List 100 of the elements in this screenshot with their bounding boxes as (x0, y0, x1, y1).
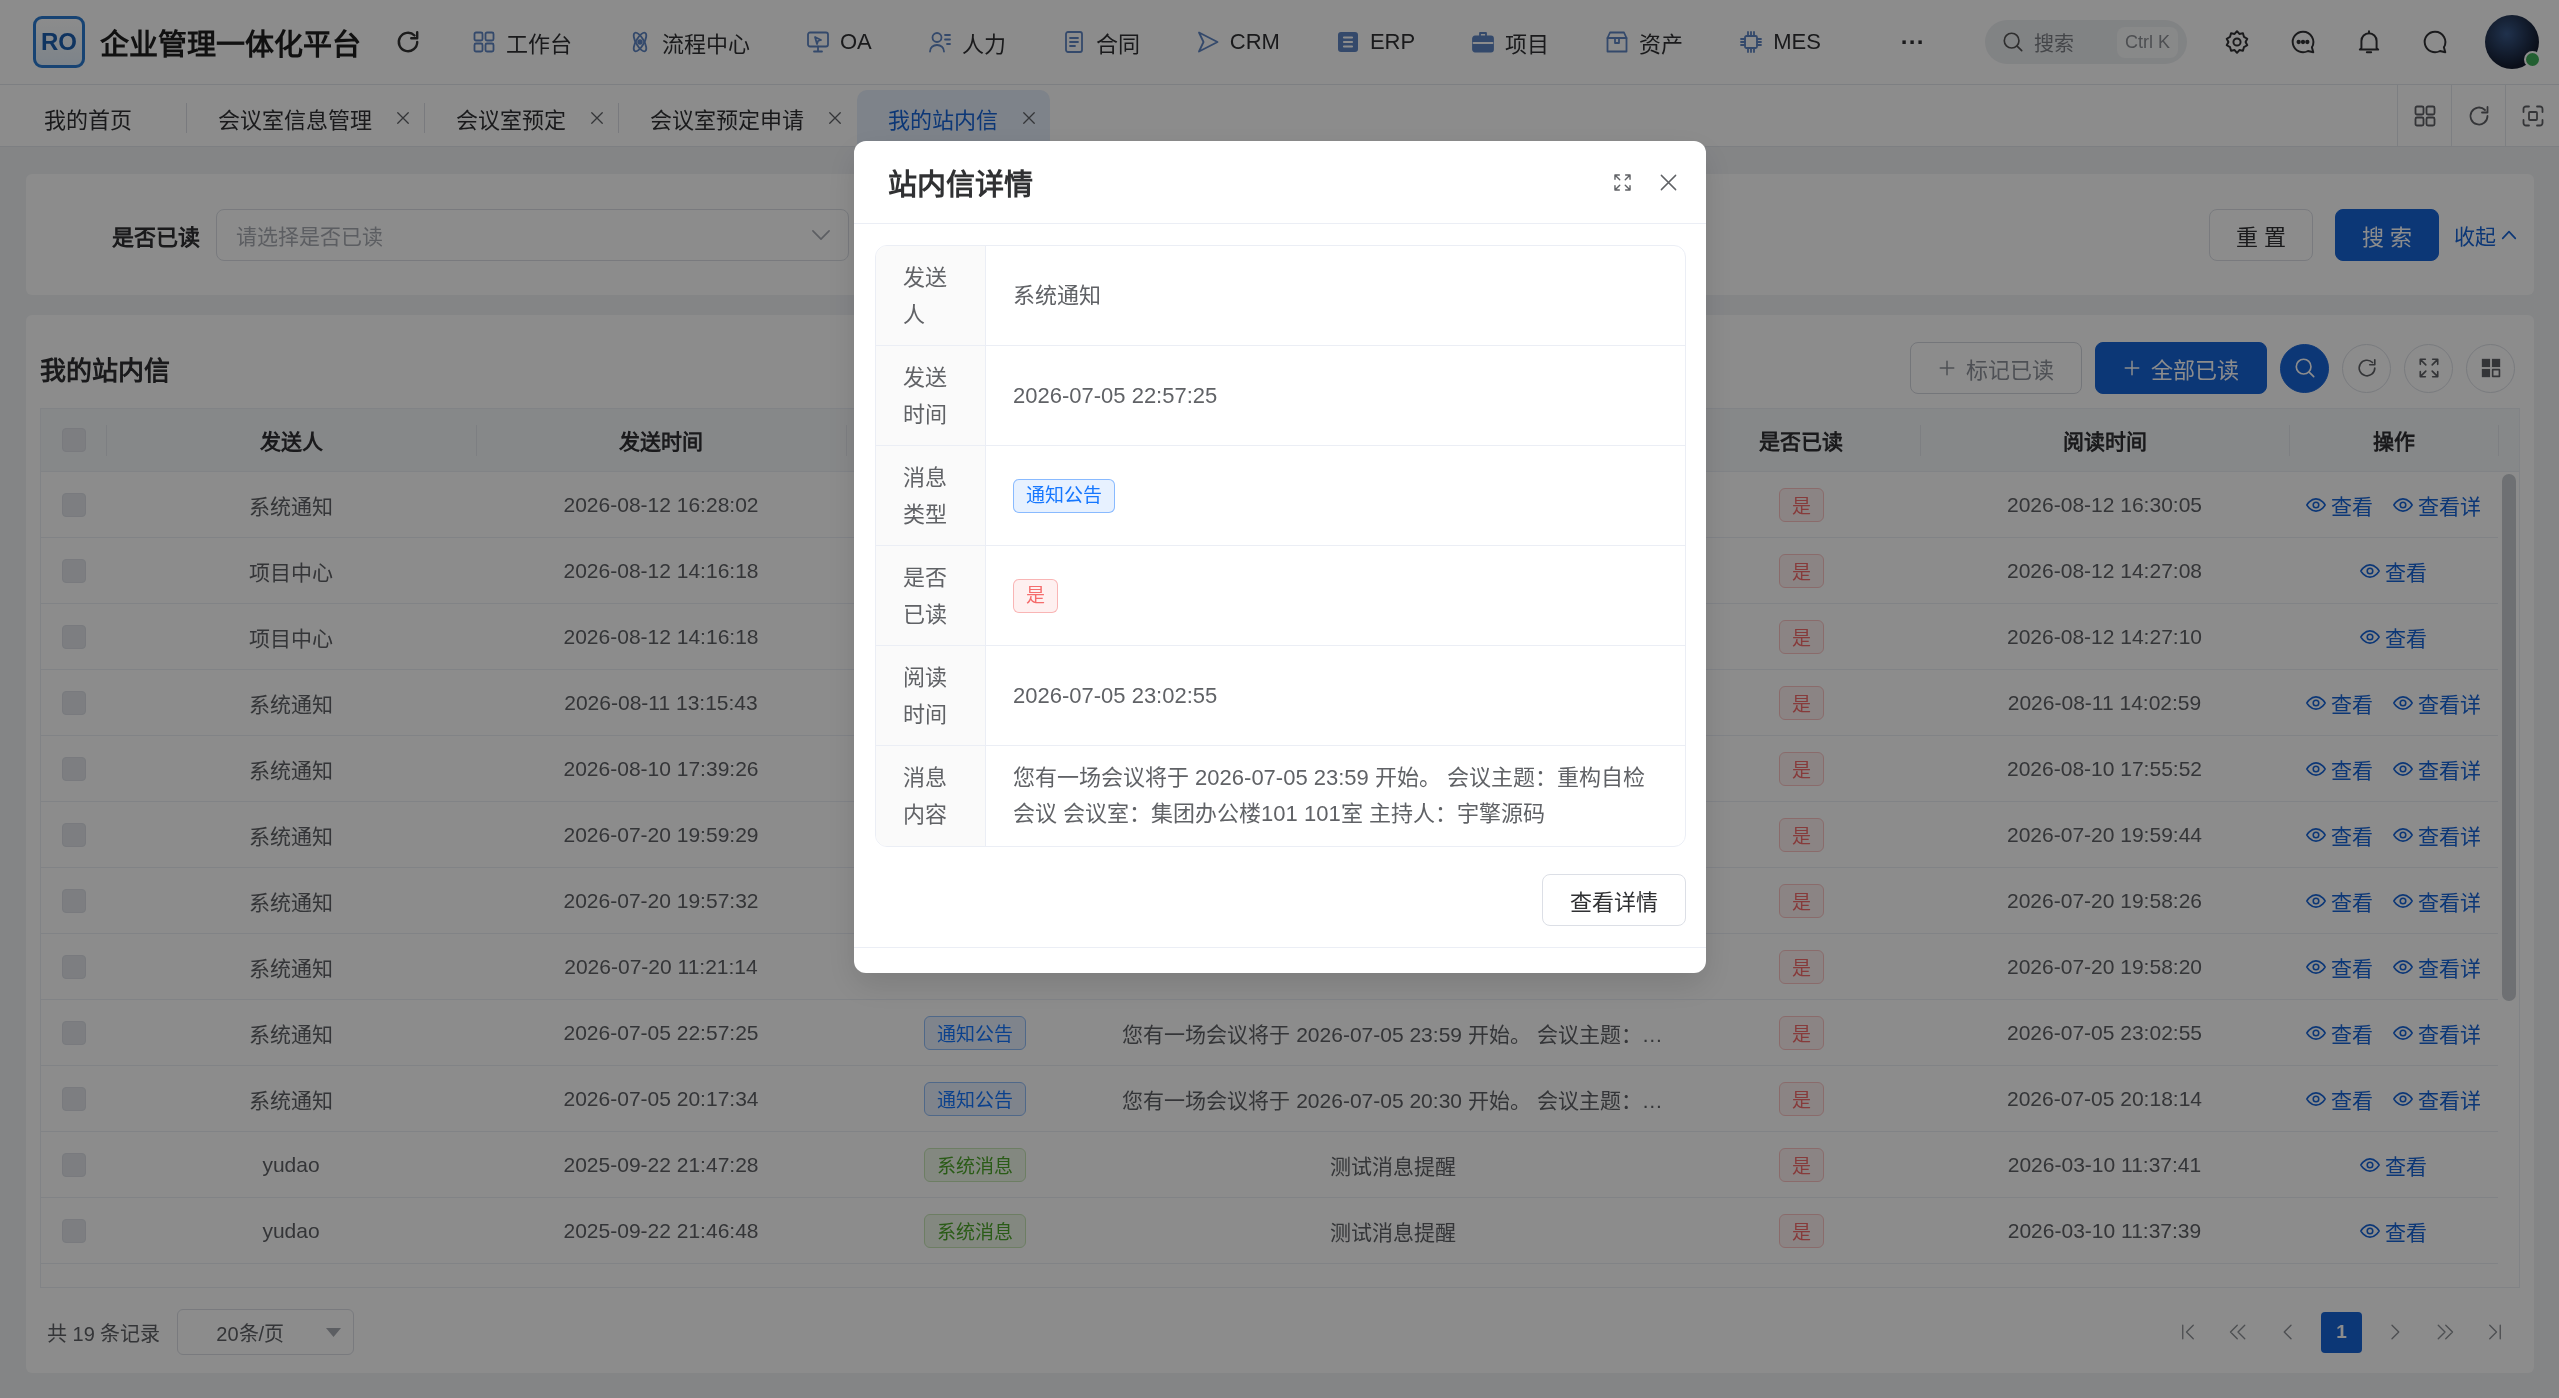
settings-icon[interactable] (2224, 29, 2250, 55)
eye-icon (2360, 563, 2380, 578)
nav-menu-item[interactable]: 资产 (1577, 14, 1712, 70)
page-button[interactable]: 1 (2321, 1311, 2362, 1353)
view-link[interactable]: 查看 (2306, 687, 2373, 718)
view-link[interactable]: 查看 (2360, 621, 2427, 652)
nav-menu-item[interactable]: 合同 (1033, 14, 1168, 70)
view-link[interactable]: 查看 (2360, 1149, 2427, 1180)
view-details-link[interactable]: 查看详 (2393, 753, 2481, 784)
eye-icon (2393, 695, 2413, 710)
dialog-title: 站内信详情 (888, 168, 1033, 203)
eye-icon (2306, 695, 2326, 710)
more-menu-button[interactable]: ··· (1882, 14, 1943, 70)
avatar[interactable] (2485, 15, 2539, 69)
view-details-button[interactable]: 查看详情 (1542, 874, 1686, 926)
chevron-up-icon (2502, 230, 2516, 239)
field-label: 阅读时间 (876, 646, 986, 745)
view-link[interactable]: 查看 (2306, 1017, 2373, 1048)
grid-icon[interactable] (2412, 103, 2437, 128)
tab[interactable]: 会议室预定 (425, 90, 618, 146)
monitor-icon (806, 30, 830, 54)
search-button[interactable]: 搜 索 (2334, 208, 2439, 261)
caret-down-icon (326, 1327, 342, 1337)
double-chevron-left-icon[interactable] (2229, 1323, 2247, 1341)
eye-icon (2393, 761, 2413, 776)
view-details-link[interactable]: 查看详 (2393, 885, 2481, 916)
search-field[interactable]: 搜索 Ctrl K (1985, 20, 2187, 64)
mark-all-read-button[interactable]: 全部已读 (2095, 342, 2267, 394)
nav-menu-item[interactable]: MES (1711, 14, 1849, 70)
view-details-link[interactable]: 查看详 (2393, 687, 2481, 718)
view-link[interactable]: 查看 (2306, 1083, 2373, 1114)
sender-name: 系统通知 (249, 1021, 333, 1048)
sent-time: 2026-07-20 19:57:32 (563, 888, 759, 913)
view-link[interactable]: 查看 (2306, 753, 2373, 784)
view-details-link[interactable]: 查看详 (2393, 489, 2481, 520)
eye-icon (2306, 1025, 2326, 1040)
first-page-icon[interactable] (2179, 1323, 2197, 1341)
columns-button[interactable] (2466, 343, 2515, 393)
close-icon[interactable] (396, 111, 410, 125)
fullscreen-button[interactable] (2404, 343, 2453, 393)
collapse-link[interactable]: 收起 (2454, 219, 2516, 250)
field-label: 发送人 (876, 246, 986, 345)
refresh-icon[interactable] (395, 29, 421, 55)
nav-menu-item[interactable]: OA (778, 14, 900, 70)
view-details-link[interactable]: 查看详 (2393, 819, 2481, 850)
view-link[interactable]: 查看 (2360, 1215, 2427, 1246)
nav-menu-item[interactable]: 流程中心 (600, 14, 778, 70)
view-link[interactable]: 查看 (2306, 885, 2373, 916)
read-time: 2026-07-20 19:58:20 (2007, 954, 2202, 979)
close-icon[interactable] (828, 111, 842, 125)
nav-menu-item[interactable]: 工作台 (444, 14, 600, 70)
view-link[interactable]: 查看 (2306, 819, 2373, 850)
tab[interactable]: 会议室预定申请 (619, 90, 856, 146)
view-details-link[interactable]: 查看详 (2393, 1017, 2481, 1048)
close-icon[interactable] (590, 111, 604, 125)
chat-bubble-icon[interactable] (2422, 29, 2448, 55)
close-icon[interactable] (1659, 172, 1678, 192)
sender-name: 系统通知 (249, 823, 333, 850)
tab[interactable]: 会议室信息管理 (187, 90, 424, 146)
message-dots-icon[interactable] (2290, 29, 2316, 55)
search-toggle-button[interactable] (2280, 343, 2329, 393)
page-size-select[interactable]: 20条/页 (177, 1309, 355, 1355)
view-details-link[interactable]: 查看详 (2393, 1083, 2481, 1114)
reset-button[interactable]: 重 置 (2208, 208, 2313, 261)
fullscreen-icon (2417, 357, 2440, 379)
eye-icon (2360, 1157, 2380, 1172)
list-icon (1335, 30, 1360, 54)
double-chevron-right-icon[interactable] (2436, 1323, 2454, 1341)
app-title: 企业管理一体化平台 (100, 28, 361, 63)
field-label: 消息类型 (876, 446, 986, 545)
nav-menu-item[interactable]: CRM (1167, 14, 1308, 70)
tab[interactable]: 我的首页 (13, 90, 186, 146)
scrollbar[interactable] (2501, 474, 2516, 1001)
refresh-button[interactable] (2342, 343, 2391, 393)
read-status-tag: 是 (1778, 1213, 1824, 1248)
fullscreen-icon[interactable] (2520, 103, 2545, 128)
field-label: 发送时间 (876, 346, 986, 445)
last-page-icon[interactable] (2486, 1323, 2504, 1341)
read-time: 2026-07-05 23:02:55 (2007, 1020, 2202, 1045)
nav-menu-item[interactable]: ERP (1307, 14, 1444, 70)
view-link[interactable]: 查看 (2360, 555, 2427, 586)
sender-name: 系统通知 (249, 889, 333, 916)
view-details-link[interactable]: 查看详 (2393, 951, 2481, 982)
tab[interactable]: 我的站内信 (857, 90, 1050, 146)
read-time: 2026-08-11 14:02:59 (2007, 690, 2202, 715)
view-link[interactable]: 查看 (2306, 951, 2373, 982)
close-icon[interactable] (1022, 111, 1036, 125)
fullscreen-icon[interactable] (1613, 172, 1632, 192)
bell-icon[interactable] (2356, 29, 2382, 55)
nav-menu-item[interactable]: 人力 (899, 14, 1034, 70)
read-time: 2026-03-10 11:37:39 (2007, 1218, 2202, 1243)
nav-menu-item[interactable]: 项目 (1443, 14, 1578, 70)
view-link[interactable]: 查看 (2306, 489, 2373, 520)
columns-icon (2479, 357, 2502, 379)
read-status-tag: 是 (1778, 685, 1824, 720)
message-content: 测试消息提醒 (1329, 1219, 1456, 1246)
sent-time: 2026-07-20 19:59:29 (563, 822, 759, 847)
sender-name: yudao (262, 1152, 320, 1177)
read-time: 2026-08-12 14:27:08 (2007, 558, 2202, 583)
sent-time: 2025-09-22 21:47:28 (563, 1152, 759, 1177)
